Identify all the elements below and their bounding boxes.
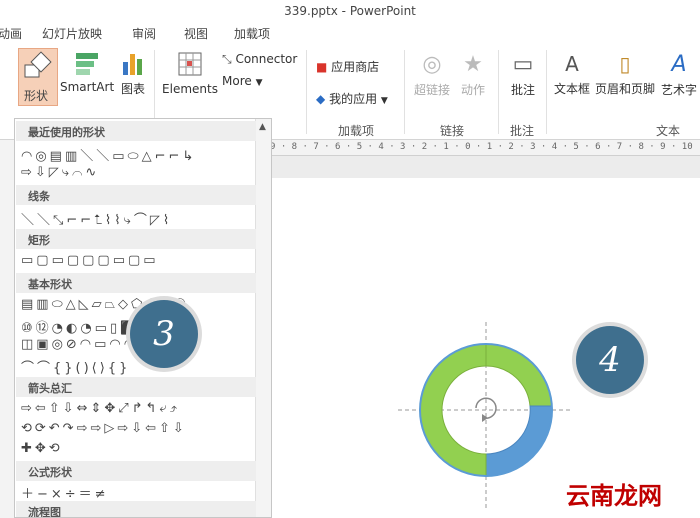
group-addins-label: 加载项: [338, 124, 375, 138]
chart-icon: [123, 54, 142, 75]
group-text-label: 文本: [656, 124, 681, 138]
shape-row[interactable]: ⇨⇦⇧⇩⇔⇕✥⤢↱↰⤶⤴: [21, 401, 180, 417]
elements-icon: [178, 52, 202, 76]
textbox-icon: A: [565, 52, 579, 76]
more-button[interactable]: More ▼: [222, 74, 263, 88]
tab-review[interactable]: 审阅: [132, 25, 156, 42]
tab-animations[interactable]: 动画: [0, 25, 22, 42]
hyperlink-button[interactable]: ◎ 超链接: [410, 52, 454, 98]
chevron-down-icon: ▼: [380, 96, 388, 106]
divider: [404, 50, 405, 134]
shape-row[interactable]: ◠◎▤▥＼＼▭⬭△⌐⌐↳: [21, 145, 196, 164]
elements-button[interactable]: Elements: [162, 50, 218, 96]
comment-label: 批注: [510, 83, 535, 97]
chart-button[interactable]: 图表: [118, 50, 148, 97]
scroll-up-icon[interactable]: ▲: [259, 122, 266, 132]
watermark-text: 云南龙网: [566, 482, 662, 510]
shape-row[interactable]: ⇨⇩◸⤷⌒∿: [21, 165, 99, 181]
wordart-icon: A: [671, 52, 687, 77]
comment-button[interactable]: ▭ 批注: [506, 52, 540, 98]
shapes-label: 形状: [24, 89, 49, 103]
divider: [546, 50, 547, 134]
shapes-icon: [24, 51, 52, 78]
section-basic-shapes: 基本形状: [16, 273, 256, 293]
shape-row[interactable]: ＋−×÷＝≠: [21, 483, 109, 502]
connector-button[interactable]: ⤡ Connector: [222, 52, 297, 67]
shape-row[interactable]: ＼＼⤡⌐⌐⮤⌇⌇⤷⌒◸⌇: [21, 209, 172, 228]
smartart-icon: [76, 53, 98, 75]
section-equation-shapes: 公式形状: [16, 461, 256, 481]
window-title: 339.pptx - PowerPoint: [284, 4, 416, 18]
tab-addins[interactable]: 加载项: [234, 25, 270, 42]
textbox-label: 文本框: [553, 82, 590, 96]
chevron-down-icon: ▼: [255, 78, 263, 88]
app-store-label: 应用商店: [331, 60, 380, 74]
section-block-arrows: 箭头总汇: [16, 377, 256, 397]
step-badge-4: 4: [576, 326, 644, 394]
section-lines: 线条: [16, 185, 256, 205]
ribbon-tabs: 动画 幻灯片放映 审阅 视图 加载项: [0, 22, 700, 44]
divider: [306, 50, 307, 134]
wordart-button[interactable]: A 艺术字: [658, 52, 700, 98]
group-comments-label: 批注: [510, 124, 535, 138]
step-badge-3: 3: [130, 300, 198, 368]
app-store-button[interactable]: ■ 应用商店: [316, 58, 379, 75]
shape-row[interactable]: ▭▢▭▢▢▢▭▢▭: [21, 253, 159, 269]
horizontal-ruler: 9 · 8 · 7 · 6 · 5 · 4 · 3 · 2 · 1 · 0 · …: [258, 140, 700, 156]
smartart-button[interactable]: SmartArt: [60, 50, 114, 94]
group-links-label: 链接: [440, 124, 465, 138]
shape-row[interactable]: ✚✥⟲: [21, 441, 63, 457]
action-label: 动作: [460, 83, 485, 97]
divider: [498, 50, 499, 134]
scrollbar[interactable]: ▲: [255, 119, 271, 517]
section-recent-shapes: 最近使用的形状: [16, 121, 256, 141]
textbox-button[interactable]: A 文本框: [552, 52, 592, 97]
header-footer-button[interactable]: ▯ 页眉和页脚: [594, 52, 656, 97]
header-footer-label: 页眉和页脚: [594, 82, 655, 96]
tab-view[interactable]: 视图: [184, 25, 208, 42]
section-flowchart: 流程图: [16, 501, 256, 517]
store-icon: ■: [316, 60, 328, 74]
connector-label: Connector: [235, 52, 298, 66]
chart-label: 图表: [120, 82, 145, 96]
section-rectangles: 矩形: [16, 229, 256, 249]
ring-blue-arc: [485, 405, 553, 477]
globe-icon: ◎: [422, 52, 442, 77]
tab-slideshow[interactable]: 幻灯片放映: [42, 25, 102, 42]
my-apps-icon: ◆: [316, 92, 326, 106]
comment-icon: ▭: [512, 52, 534, 77]
shape-row[interactable]: ⟲⟳↶↷⇨⇨▷⇨⇩⇦⇧⇩: [21, 421, 187, 437]
page-icon: ▯: [619, 52, 631, 76]
action-button[interactable]: ★ 动作: [456, 52, 490, 98]
rotate-arrowhead: [482, 414, 488, 422]
shapes-button[interactable]: 形状: [18, 48, 58, 106]
wordart-label: 艺术字: [660, 83, 697, 97]
elements-label: Elements: [162, 82, 218, 96]
title-bar: 339.pptx - PowerPoint: [0, 0, 700, 22]
smartart-label: SmartArt: [60, 80, 115, 94]
hyperlink-label: 超链接: [413, 83, 450, 97]
star-icon: ★: [463, 52, 483, 77]
more-label: More: [222, 74, 252, 88]
my-apps-label: 我的应用: [329, 92, 378, 106]
connector-icon: ⤡: [222, 52, 232, 66]
my-apps-button[interactable]: ◆ 我的应用 ▼: [316, 90, 388, 107]
shape-row[interactable]: ⌒⌒{}()⟨⟩{}: [21, 357, 130, 376]
